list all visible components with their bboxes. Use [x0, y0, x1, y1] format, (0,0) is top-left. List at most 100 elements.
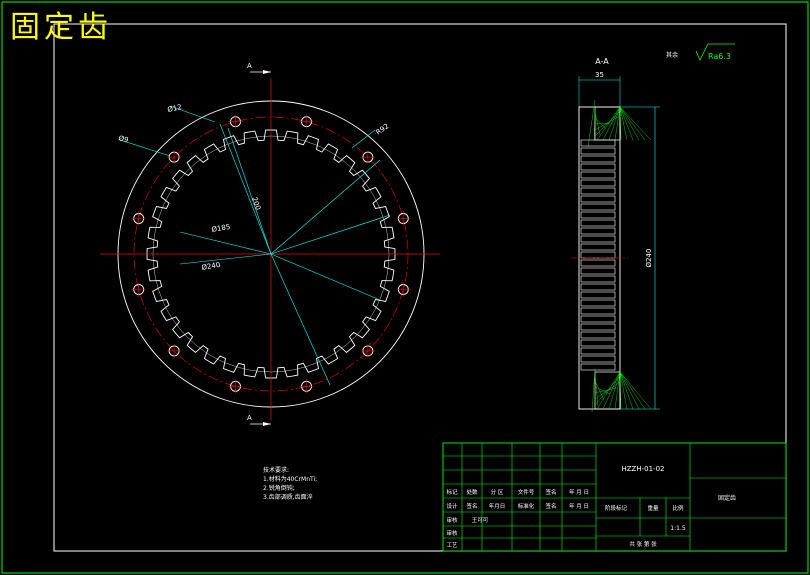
tooth-row: [580, 163, 616, 171]
roughness-value: Ra6.3: [708, 52, 731, 61]
tooth-row: [580, 363, 616, 371]
drawing-title: 固定齿: [10, 10, 112, 45]
tooth-row: [580, 171, 616, 179]
tooth-row: [580, 267, 616, 275]
row2-cell: 签名: [466, 502, 477, 510]
hatch-line: [619, 106, 634, 141]
notes-line-2: 2.锐角倒钝;: [263, 485, 295, 492]
leader-r-2: [270, 253, 381, 301]
row2-cell: 年 月 日: [569, 502, 589, 510]
hatch-line: [608, 106, 621, 141]
dim-d12: Ø12: [167, 103, 183, 114]
leader-d240: [270, 253, 331, 386]
scale-label: 比例: [672, 504, 684, 512]
row1-cell: 分 区: [491, 488, 504, 496]
tooth-row: [580, 315, 616, 323]
cut-arrow: [263, 422, 271, 426]
review-label: 审核: [446, 529, 458, 537]
dim-height-text: Ø240: [645, 249, 653, 268]
roughness-symbol: 其余 Ra6.3: [666, 43, 735, 61]
section-title: A-A: [595, 57, 609, 66]
hatch-line: [594, 374, 599, 407]
tooth-row: [580, 243, 616, 251]
tooth-row: [580, 347, 616, 355]
tooth-row: [580, 307, 616, 315]
hatch-line: [591, 368, 596, 413]
hatch-line: [608, 371, 621, 410]
front-view: A A Ø12 Ø9 R92 200 Ø185 Ø240: [100, 62, 440, 426]
tooth-row: [580, 251, 616, 259]
dim-200: 200: [250, 196, 262, 211]
stage-label: 阶段标记: [605, 504, 628, 512]
tooth-row: [580, 323, 616, 331]
tooth-row: [580, 187, 616, 195]
hatch-line: [619, 371, 640, 410]
tooth-row: [580, 211, 616, 219]
dim-d240: Ø240: [201, 261, 221, 272]
row2-cell: 标准化: [518, 502, 535, 510]
weight-label: 重量: [647, 504, 659, 512]
cut-label: A: [247, 414, 252, 422]
tooth-row: [580, 227, 616, 235]
process-label: 工艺: [446, 542, 458, 549]
hatch-line: [619, 106, 646, 141]
section-view: A-A 35 Ø240: [571, 57, 660, 413]
dim-r92: R92: [375, 122, 391, 136]
row1-cell: 签名: [545, 488, 556, 496]
drawing-number: HZZH-01-02: [622, 465, 665, 473]
leader-r92: [270, 159, 381, 255]
leader-d12: [219, 123, 272, 255]
leader-d185-2: [179, 231, 272, 255]
designer-name: 王可可: [472, 517, 489, 524]
dim-width-text: 35: [595, 71, 604, 79]
dim-d185: Ø185: [211, 223, 231, 234]
tooth-row: [580, 283, 616, 291]
tooth-row: [580, 355, 616, 363]
leader-d185: [270, 214, 391, 255]
tooth-row: [580, 291, 616, 299]
tooth-row: [580, 339, 616, 347]
tooth-row: [580, 275, 616, 283]
row2-cell: 设计: [446, 502, 458, 510]
hatch-line: [596, 371, 621, 410]
notes-heading: 技术要求:: [263, 467, 290, 474]
cut-arrow: [263, 70, 271, 74]
tooth-row: [580, 219, 616, 227]
hatch-line: [594, 387, 617, 394]
tooth-row: [580, 299, 616, 307]
leader-d240-2: [179, 253, 272, 265]
tooth-row: [580, 203, 616, 211]
roughness-label: 其余: [666, 51, 678, 59]
part-name: 固定齿: [718, 494, 736, 502]
title-block: HZZH-01-02固定齿标记 处数分 区文件号 签名年 月 日设计 签名 年月日 标准化…: [442, 442, 787, 552]
technical-notes: 技术要求: 1.材料为40CrMnTi; 2.锐角倒钝; 3.齿部调质,齿面淬: [263, 466, 317, 502]
tooth-row: [580, 147, 616, 155]
tooth-row: [580, 155, 616, 163]
scale-value: 1:1.5: [670, 525, 686, 532]
hatch-line: [619, 106, 652, 141]
hatch-line: [619, 371, 646, 410]
hatch-line: [619, 371, 634, 410]
tooth-row: [580, 331, 616, 339]
dim-d9: Ø9: [117, 134, 129, 144]
row1-cell: 年 月 日: [569, 488, 589, 496]
notes-line-1: 1.材料为40CrMnTi;: [263, 476, 318, 483]
hatch-line: [619, 371, 652, 410]
hatch-line: [619, 106, 640, 141]
tooth-row: [580, 259, 616, 267]
cad-drawing: A A Ø12 Ø9 R92 200 Ø185 Ø240 A-A 35 Ø240 HZZH-01-…: [1, 1, 809, 574]
tooth-row: [580, 179, 616, 187]
tooth-row: [580, 195, 616, 203]
tooth-row: [580, 139, 616, 147]
sheet-count: 共 张 第 张: [629, 540, 657, 548]
row1-cell: 标记: [446, 488, 458, 496]
notes-line-3: 3.齿部调质,齿面淬: [263, 494, 313, 501]
leader-200: [227, 127, 272, 255]
row2-cell: 签名: [545, 502, 556, 510]
row1-cell: 处数: [466, 488, 478, 496]
row1-cell: 文件号: [518, 488, 535, 496]
tooth-row: [580, 235, 616, 243]
row2-cell: 年月日: [489, 502, 506, 510]
check-label: 审核: [446, 516, 458, 524]
cut-label: A: [247, 62, 252, 70]
